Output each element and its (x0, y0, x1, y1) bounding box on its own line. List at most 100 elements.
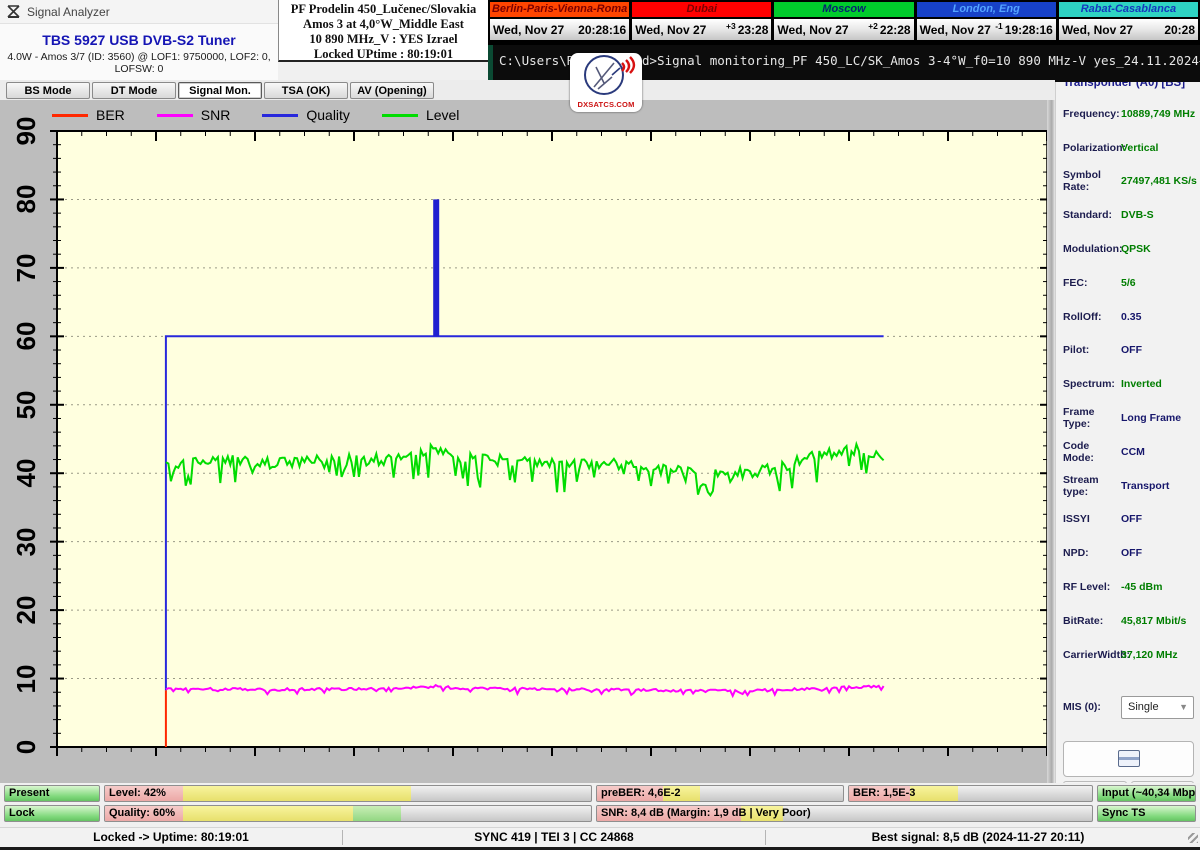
clock-city-label: Moscow (774, 2, 913, 17)
field-value: OFF (1121, 344, 1142, 356)
field-label: Code Mode: (1063, 440, 1121, 464)
field-label: Pilot: (1063, 344, 1121, 356)
field-label: BitRate: (1063, 615, 1121, 627)
clock-time-row: Wed, Nov 2720:28 (1059, 19, 1198, 40)
legend-label: BER (96, 107, 125, 123)
mode-tabs-row: BS ModeDT ModeSignal Mon.TSA (OK)AV (Ope… (0, 80, 1055, 100)
clock-time-row: Wed, Nov 27+222:28 (774, 19, 913, 40)
gauge-sync-ts: Sync TS (1097, 805, 1196, 822)
clock-column: Berlin-Paris-Vienna-RomaWed, Nov 2720:28… (490, 2, 629, 43)
resize-grip[interactable] (1188, 833, 1198, 843)
gauge-present: Present (4, 785, 100, 802)
gauge-label: BER: 1,5E-3 (849, 786, 1092, 801)
tab-bs-mode[interactable]: BS Mode (6, 82, 90, 99)
clock-column: London, Eng Wed, Nov 27-119:28:16 (917, 2, 1056, 43)
gauge-input-40-34-mbps-: Input (~40,34 Mbps) (1097, 785, 1196, 802)
tab-dt-mode[interactable]: DT Mode (92, 82, 176, 99)
gauge-label: Present (5, 786, 99, 801)
legend-item: BER (52, 107, 125, 123)
clock-time-value: 20:28 (1164, 23, 1195, 37)
gauge-label: SNR: 8,4 dB (Margin: 1,9 dB | Very Poor) (597, 806, 1092, 821)
field-value: Transport (1121, 480, 1169, 492)
y-axis-tick-label: 50 (8, 385, 44, 425)
world-clocks-panel: Berlin-Paris-Vienna-RomaWed, Nov 2720:28… (488, 0, 1200, 45)
field-label: Symbol Rate: (1063, 169, 1121, 193)
save-button[interactable] (1063, 741, 1194, 777)
gauge-quality: Quality: 60% (104, 805, 592, 822)
transponder-field-row: Stream type:Transport (1056, 469, 1200, 503)
field-label: Frame Type: (1063, 406, 1121, 430)
field-value: -45 dBm (1121, 581, 1162, 593)
field-value: Inverted (1121, 378, 1162, 390)
transponder-field-row: Frequency:10889,749 MHz (1056, 97, 1200, 131)
field-label: ISSYI (1063, 513, 1121, 525)
field-label: RollOff: (1063, 311, 1121, 323)
tab-av-opening-[interactable]: AV (Opening) (350, 82, 434, 99)
transponder-field-row: Spectrum:Inverted (1056, 367, 1200, 401)
mis-dropdown[interactable]: Single ▼ (1121, 696, 1194, 719)
dxsatcs-logo: DXSATCS.COM (570, 53, 642, 112)
transponder-field-row: RollOff:0.35 (1056, 300, 1200, 334)
field-value: CCM (1121, 446, 1145, 458)
y-axis-tick-label: 70 (8, 248, 44, 288)
field-label: Spectrum: (1063, 378, 1121, 390)
statusbar-lock-status: Locked -> Uptime: 80:19:01 (0, 828, 342, 847)
satellite-dish-icon (574, 53, 638, 97)
gauge-level: Level: 42% (104, 785, 592, 802)
transponder-panel: Transponder (A0) [BS] Frequency:10889,74… (1055, 82, 1200, 783)
gauge-snr: SNR: 8,4 dB (Margin: 1,9 dB | Very Poor) (596, 805, 1093, 822)
clock-time-row: Wed, Nov 27-119:28:16 (917, 19, 1056, 40)
field-value: 10889,749 MHz (1121, 108, 1195, 120)
gauge-label: preBER: 4,6E-2 (597, 786, 843, 801)
transponder-field-row: Polarization:Vertical (1056, 131, 1200, 165)
field-label: Frequency: (1063, 108, 1121, 120)
clock-column: Moscow Wed, Nov 27+222:28 (774, 2, 913, 43)
field-label: Polarization: (1063, 142, 1121, 154)
gauge-label: Lock (5, 806, 99, 821)
gauge-label: Sync TS (1098, 806, 1195, 821)
clock-time-value: 19:28:16 (1005, 23, 1053, 37)
transponder-title: Transponder (A0) [BS] (1063, 82, 1200, 89)
clock-date: Wed, Nov 27 (493, 23, 578, 37)
clock-utc-offset: +2 (868, 21, 878, 31)
clock-city-label: London, Eng (917, 2, 1056, 17)
field-label: Standard: (1063, 209, 1121, 221)
app-icon (6, 4, 21, 19)
signal-gauges: Present Level: 42% preBER: 4,6E-2 BER: 1,5E… (0, 783, 1200, 827)
transponder-field-row: Pilot:OFF (1056, 334, 1200, 368)
tuner-panel: TBS 5927 USB DVB-S2 Tuner 4.0W - Amos 3/… (0, 24, 278, 80)
y-axis-tick-label: 20 (8, 590, 44, 630)
gauge-lock: Lock (4, 805, 100, 822)
y-axis-tick-label: 60 (8, 316, 44, 356)
gauge-ber: BER: 1,5E-3 (848, 785, 1093, 802)
transponder-field-row: Standard:DVB-S (1056, 198, 1200, 232)
legend-item: Level (382, 107, 459, 123)
y-axis-tick-label: 10 (8, 659, 44, 699)
site-info-line: PF Prodelin 450_Lučenec/Slovakia (279, 2, 488, 17)
clock-time-value: 22:28 (880, 23, 911, 37)
statusbar-sync-info: SYNC 419 | TEI 3 | CC 24868 (343, 828, 765, 847)
field-value: DVB-S (1121, 209, 1154, 221)
legend-item: Quality (262, 107, 350, 123)
legend-line-swatch (157, 114, 193, 117)
gauge-label: Input (~40,34 Mbps) (1098, 786, 1195, 801)
field-value: 45,817 Mbit/s (1121, 615, 1186, 627)
disk-icon (1118, 750, 1140, 767)
gauge-preber: preBER: 4,6E-2 (596, 785, 844, 802)
tab-signal-mon-[interactable]: Signal Mon. (178, 82, 262, 99)
transponder-field-row: Symbol Rate:27497,481 KS/s (1056, 165, 1200, 199)
legend-line-swatch (382, 114, 418, 117)
transponder-fields: Frequency:10889,749 MHzPolarization:Vert… (1056, 97, 1200, 672)
y-axis-tick-label: 40 (8, 453, 44, 493)
transponder-field-row: Frame Type:Long Frame (1056, 401, 1200, 435)
legend-label: Quality (306, 107, 350, 123)
tuner-name: TBS 5927 USB DVB-S2 Tuner (0, 32, 278, 48)
clock-city-label: Rabat-Casablanca (1059, 2, 1198, 17)
signal-chart (0, 100, 1055, 783)
clock-time-value: 20:28:16 (578, 23, 626, 37)
y-axis-tick-label: 0 (8, 727, 44, 767)
chart-legend: BER SNR Quality Level (52, 105, 459, 125)
tab-tsa-ok-[interactable]: TSA (OK) (264, 82, 348, 99)
legend-item: SNR (157, 107, 231, 123)
clock-date: Wed, Nov 27 (1062, 23, 1165, 37)
